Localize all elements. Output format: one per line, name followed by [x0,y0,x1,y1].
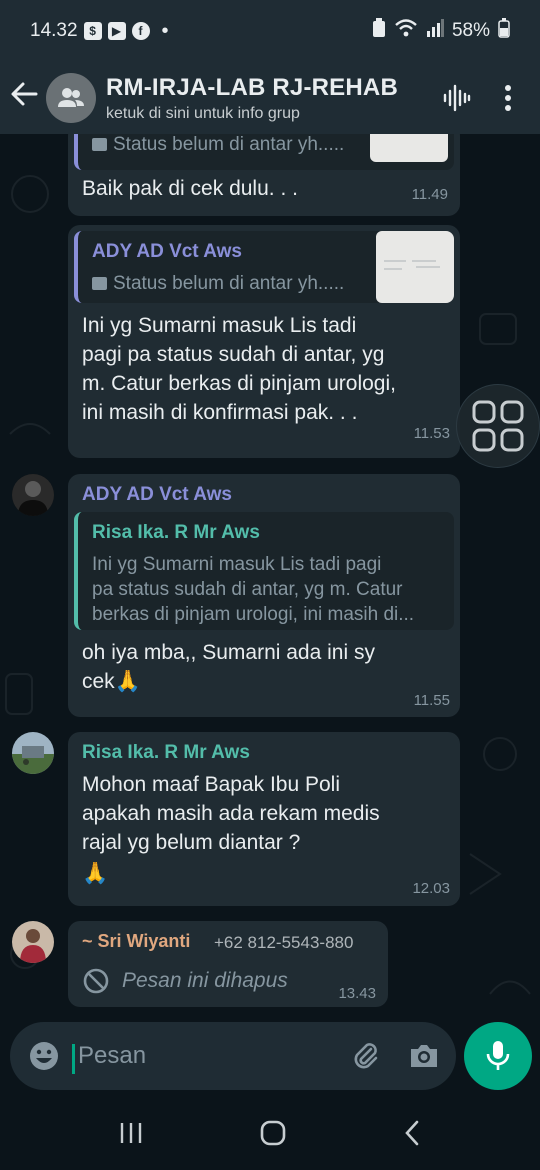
youtube-icon: ▶ [107,22,126,40]
message-time: 11.55 [413,692,450,709]
group-icon [58,88,84,107]
battery-saver-icon [372,18,386,44]
floating-app-switch-button[interactable] [456,384,540,468]
shopping-bag-icon: $ [83,22,102,40]
paperclip-icon [354,1043,378,1069]
message-bubble[interactable]: ~ Sri Wiyanti +62 812-5543-880 Pesan ini… [68,921,388,1007]
back-button[interactable] [0,80,46,116]
sender-avatar[interactable] [12,474,54,516]
message-time: 13.43 [338,985,376,1002]
quoted-message[interactable]: Status belum di antar yh..... [74,134,454,170]
microphone-icon [486,1041,510,1070]
message-author[interactable]: ADY AD Vct Aws [82,484,232,506]
quoted-text: Status belum di antar yh..... [92,134,344,157]
group-info[interactable]: RM-IRJA-LAB RJ-REHAB ketuk di sini untuk… [106,74,430,123]
sender-avatar[interactable] [12,921,54,963]
deleted-message: Pesan ini dihapus [82,967,288,995]
message-bubble[interactable]: ADY AD Vct Aws Risa Ika. R Mr Aws Ini yg… [68,474,460,717]
chat-header: RM-IRJA-LAB RJ-REHAB ketuk di sini untuk… [0,62,540,134]
quoted-image-thumbnail [376,231,454,303]
message-time: 11.53 [413,425,450,442]
quoted-text: Ini yg Sumarni masuk Lis tadi pagi pa st… [92,554,415,625]
recent-apps-button[interactable] [118,1121,144,1150]
emoji-button[interactable] [16,1040,72,1072]
chevron-left-icon [405,1120,419,1145]
voice-chat-button[interactable] [430,72,482,124]
chat-messages[interactable]: Status belum di antar yh..... Baik pak d… [0,134,540,1014]
system-navigation-bar [0,1100,540,1170]
camera-icon [411,1045,437,1067]
arrow-left-icon [11,82,38,106]
more-vertical-icon [505,85,511,111]
message-compose-bar: Pesan [10,1022,456,1090]
quoted-image-thumbnail [370,134,448,162]
message-author[interactable]: Risa Ika. R Mr Aws [82,742,250,764]
image-icon [92,277,107,290]
quoted-message[interactable]: ADY AD Vct Aws Status belum di antar yh.… [74,231,454,303]
status-time: 14.32 [30,20,78,41]
signal-icon [426,19,444,43]
message-time: 12.03 [412,880,450,897]
quoted-author: Risa Ika. R Mr Aws [92,522,260,543]
attach-button[interactable] [340,1041,392,1071]
camera-button[interactable] [392,1042,456,1070]
battery-percentage: 58% [451,20,490,41]
group-title: RM-IRJA-LAB RJ-REHAB [106,73,398,101]
notification-dot-icon: • [161,19,169,42]
home-icon [260,1120,286,1145]
message-text: Ini yg Sumarni masuk Lis tadi pagi pa st… [82,314,396,424]
grid-icon [472,400,524,452]
quoted-text: Status belum di antar yh..... [92,271,344,296]
recent-apps-icon [120,1122,141,1143]
group-avatar[interactable] [46,73,96,123]
more-options-button[interactable] [482,72,534,124]
voice-record-button[interactable] [464,1022,532,1090]
message-time: 11.49 [411,186,448,203]
wifi-icon [394,18,418,44]
message-text: Mohon maaf Bapak Ibu Poli apakah masih a… [82,773,380,885]
group-subtitle: ketuk di sini untuk info grup [106,104,300,122]
facebook-icon: f [131,22,150,40]
audio-waveform-icon [443,84,471,112]
system-back-button[interactable] [402,1119,422,1152]
quoted-author: ADY AD Vct Aws [92,241,242,262]
author-phone: +62 812-5543-880 [214,933,354,952]
message-input[interactable]: Pesan [72,1042,340,1074]
message-author[interactable]: ~ Sri Wiyanti [82,931,190,952]
blocked-icon [83,968,109,994]
message-bubble[interactable]: Risa Ika. R Mr Aws Mohon maaf Bapak Ibu … [68,732,460,906]
message-text: Baik pak di cek dulu. . . [82,177,298,200]
image-icon [92,138,107,151]
message-text: oh iya mba,, Sumarni ada ini sy cek🙏 [82,641,375,693]
message-bubble[interactable]: ADY AD Vct Aws Status belum di antar yh.… [68,225,460,458]
quoted-message[interactable]: Risa Ika. R Mr Aws Ini yg Sumarni masuk … [74,512,454,630]
message-bubble[interactable]: Status belum di antar yh..... Baik pak d… [68,134,460,216]
emoji-icon [30,1042,58,1070]
home-button[interactable] [259,1119,287,1152]
status-bar: 14.32 $ ▶ f • 58% [0,0,540,62]
battery-icon [498,18,510,44]
sender-avatar[interactable] [12,732,54,774]
